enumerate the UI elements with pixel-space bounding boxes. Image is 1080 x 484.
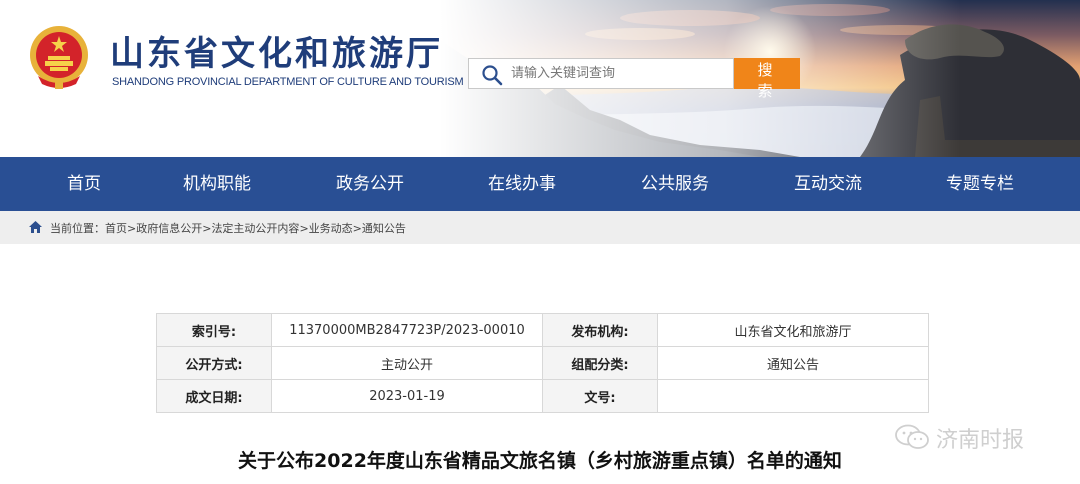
search-button[interactable]: 搜 索 bbox=[734, 58, 800, 100]
meta-key-docno: 文号: bbox=[542, 379, 658, 413]
breadcrumb-link-business-news[interactable]: 业务动态 bbox=[309, 222, 353, 235]
breadcrumb-link-home[interactable]: 首页 bbox=[105, 222, 127, 235]
search-box bbox=[468, 58, 734, 89]
search-bar: 搜 索 bbox=[468, 58, 800, 100]
meta-value-publisher: 山东省文化和旅游厅 bbox=[657, 313, 929, 347]
breadcrumb-link-statutory-disclosure[interactable]: 法定主动公开内容 bbox=[211, 222, 299, 235]
meta-value-index: 11370000MB2847723P/2023-00010 bbox=[271, 313, 543, 347]
national-emblem-logo bbox=[30, 26, 88, 89]
nav-item-special-topics[interactable]: 专题专栏 bbox=[946, 157, 1014, 211]
nav-item-home[interactable]: 首页 bbox=[67, 157, 101, 211]
breadcrumb-separator: > bbox=[299, 222, 309, 235]
search-icon bbox=[482, 65, 503, 86]
nav-item-online-services[interactable]: 在线办事 bbox=[488, 157, 556, 211]
meta-value-mode: 主动公开 bbox=[271, 346, 543, 380]
site-title: 山东省文化和旅游厅 bbox=[110, 34, 443, 74]
site-header: 山东省文化和旅游厅 SHANDONG PROVINCIAL DEPARTMENT… bbox=[0, 0, 1080, 157]
table-row: 索引号: 11370000MB2847723P/2023-00010 发布机构:… bbox=[156, 313, 929, 347]
meta-value-docno bbox=[657, 379, 929, 413]
document-meta-table: 索引号: 11370000MB2847723P/2023-00010 发布机构:… bbox=[156, 313, 929, 413]
document-title: 关于公布2022年度山东省精品文旅名镇（乡村旅游重点镇）名单的通知 bbox=[238, 450, 842, 472]
breadcrumb-bar: 当前位置： 首页>政府信息公开>法定主动公开内容>业务动态>通知公告 bbox=[0, 211, 1080, 244]
search-input[interactable] bbox=[511, 62, 726, 85]
breadcrumb-link-gov-info[interactable]: 政府信息公开 bbox=[136, 222, 202, 235]
nav-item-government-affairs[interactable]: 政务公开 bbox=[336, 157, 404, 211]
meta-key-publisher: 发布机构: bbox=[542, 313, 658, 347]
meta-value-category: 通知公告 bbox=[657, 346, 929, 380]
table-row: 成文日期: 2023-01-19 文号: bbox=[156, 379, 929, 413]
home-icon bbox=[29, 221, 42, 233]
main-nav: 首页 机构职能 政务公开 在线办事 公共服务 互动交流 专题专栏 bbox=[0, 157, 1080, 211]
meta-key-category: 组配分类: bbox=[542, 346, 658, 380]
meta-key-index: 索引号: bbox=[156, 313, 272, 347]
nav-item-interaction[interactable]: 互动交流 bbox=[794, 157, 862, 211]
breadcrumb-link-notices[interactable]: 通知公告 bbox=[362, 222, 406, 235]
breadcrumb: 首页>政府信息公开>法定主动公开内容>业务动态>通知公告 bbox=[105, 220, 406, 236]
site-subtitle: SHANDONG PROVINCIAL DEPARTMENT OF CULTUR… bbox=[112, 76, 464, 88]
meta-key-date: 成文日期: bbox=[156, 379, 272, 413]
breadcrumb-label: 当前位置： bbox=[50, 222, 105, 235]
nav-item-functions[interactable]: 机构职能 bbox=[183, 157, 251, 211]
table-row: 公开方式: 主动公开 组配分类: 通知公告 bbox=[156, 346, 929, 380]
breadcrumb-separator: > bbox=[127, 222, 137, 235]
breadcrumb-separator: > bbox=[352, 222, 362, 235]
nav-item-public-services[interactable]: 公共服务 bbox=[641, 157, 709, 211]
meta-value-date: 2023-01-19 bbox=[271, 379, 543, 413]
meta-key-mode: 公开方式: bbox=[156, 346, 272, 380]
